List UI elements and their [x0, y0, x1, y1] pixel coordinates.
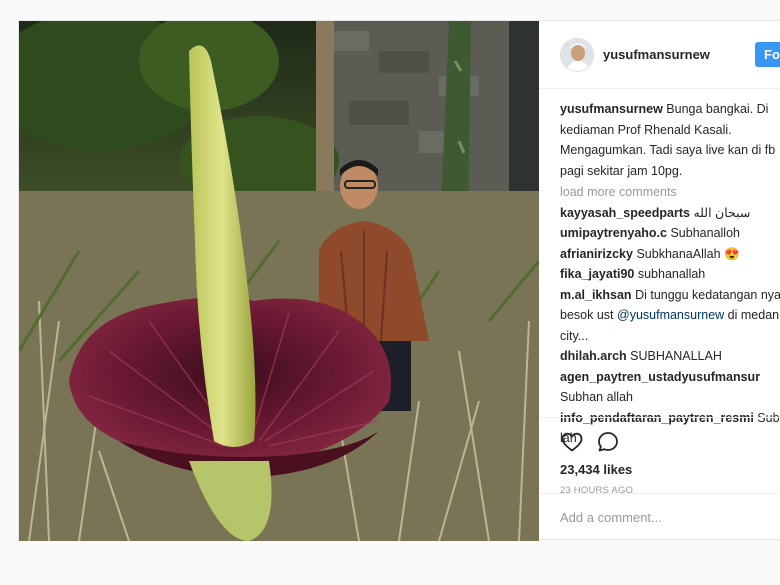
comment-item: dhilah.arch SUBHANALLAH: [560, 346, 780, 367]
avatar[interactable]: [560, 37, 594, 72]
action-icons: [560, 418, 780, 462]
comment-username[interactable]: agen_paytren_ustadyusufmansur: [560, 370, 760, 384]
header-username[interactable]: yusufmansurnew: [603, 47, 710, 62]
comment-username[interactable]: fika_jayati90: [560, 267, 634, 281]
comment-text: SUBHANALLAH: [630, 349, 722, 363]
comment-item: afrianirizcky SubkhanaAllah 😍: [560, 244, 780, 265]
load-more-comments-link[interactable]: load more comments: [560, 182, 780, 203]
caption-username[interactable]: yusufmansurnew: [560, 102, 663, 116]
add-comment-input[interactable]: [560, 510, 760, 525]
comment-text: SubkhanaAllah 😍: [636, 246, 740, 261]
follow-button[interactable]: Follow: [755, 42, 780, 67]
post-photo[interactable]: [19, 21, 539, 541]
instagram-post: yusufmansurnew Follow yusufmansurnew Bun…: [18, 20, 780, 541]
comment-username[interactable]: afrianirizcky: [560, 247, 633, 261]
heart-icon[interactable]: [560, 430, 584, 454]
comments-list: yusufmansurnew Bunga bangkai. Di kediama…: [560, 99, 780, 449]
comment-item: m.al_ikhsan Di tunggu kedatangan nya bes…: [560, 285, 780, 347]
post-header: yusufmansurnew Follow: [539, 21, 780, 89]
comment-item: kayyasah_speedparts سبحان الله: [560, 203, 780, 224]
comment-username[interactable]: dhilah.arch: [560, 349, 627, 363]
comment-item: umipaytrenyaho.c Subhanalloh: [560, 223, 780, 244]
comment-username[interactable]: umipaytrenyaho.c: [560, 226, 667, 240]
comment-text: subhanallah: [637, 267, 706, 281]
comment-text: Subhan allah: [560, 390, 633, 404]
post-actions: 23,434 likes 23 HOURS AGO: [539, 417, 780, 496]
corpse-flower-photo: [19, 21, 539, 541]
comment-text: Subhanalloh: [670, 226, 740, 240]
add-comment-bar: [539, 493, 780, 541]
comment-item: agen_paytren_ustadyusufmansur Subhan all…: [560, 367, 780, 408]
caption: yusufmansurnew Bunga bangkai. Di kediama…: [560, 99, 780, 181]
comment-username[interactable]: kayyasah_speedparts: [560, 206, 690, 220]
likes-count[interactable]: 23,434 likes: [560, 462, 780, 477]
comment-mention-link[interactable]: @yusufmansurnew: [617, 308, 724, 322]
comment-item: fika_jayati90 subhanallah: [560, 264, 780, 285]
comment-bubble-icon[interactable]: [596, 430, 620, 454]
comment-username[interactable]: m.al_ikhsan: [560, 288, 632, 302]
comment-text: سبحان الله: [693, 205, 751, 220]
post-sidebar: yusufmansurnew Follow yusufmansurnew Bun…: [539, 21, 780, 541]
